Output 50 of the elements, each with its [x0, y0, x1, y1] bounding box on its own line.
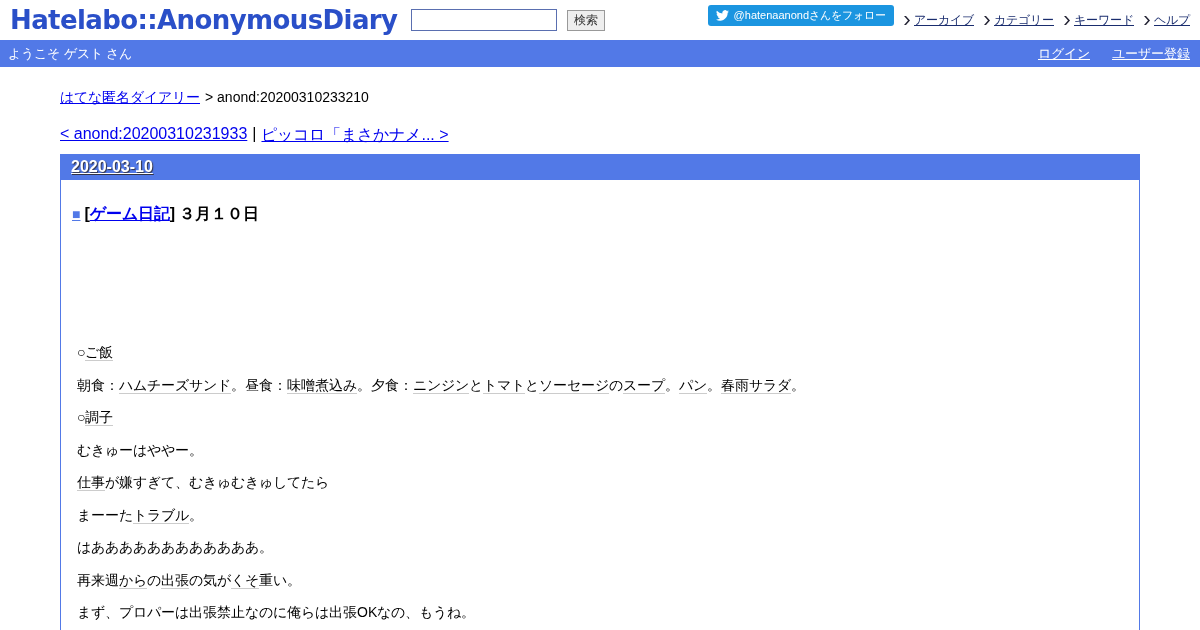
- paragraph: はああああああああああああ。: [77, 538, 274, 557]
- date-link[interactable]: 2020-03-10: [71, 158, 153, 176]
- chevron-icon: [1144, 15, 1150, 25]
- paragraph: ○調子: [77, 408, 115, 427]
- previous-link[interactable]: < anond:20200310231933: [60, 125, 248, 146]
- breadcrumb-current: > anond:20200310233210: [205, 89, 369, 107]
- nav-link[interactable]: キーワード: [1074, 11, 1134, 29]
- keyword-link[interactable]: 調子: [85, 409, 114, 426]
- paragraph: まず、プロパーは出張禁止なのに俺らは出張OKなの、もうね。: [77, 603, 477, 622]
- breadcrumb-link[interactable]: はてな匿名ダイアリー: [60, 89, 200, 107]
- site-logo[interactable]: Hatelabo::AnonymousDiary: [10, 5, 398, 35]
- paragraph: 再来週からの出張の気がくそ重い。: [77, 570, 302, 590]
- keyword-link[interactable]: 味噌煮込み: [287, 376, 357, 394]
- paragraph: まーーた トラブル。: [77, 505, 204, 525]
- next-link[interactable]: ピッコロ「まさかナメ... >: [261, 125, 449, 146]
- chevron-icon: [904, 15, 910, 25]
- paragraph: 朝食：ハムチーズサンド。昼食：味噌煮込み。夕食：ニンジン と トマト と ソーセージのスープ。パン。春雨サラダ。: [77, 375, 806, 395]
- keyword-link[interactable]: パン: [679, 376, 707, 394]
- separator-text: |: [252, 125, 257, 144]
- paragraph: 仕事が嫌すぎて、むきゅむきゅしてたら: [77, 473, 330, 492]
- keyword-link[interactable]: ご飯: [85, 344, 114, 361]
- nav-link[interactable]: ヘルプ: [1154, 11, 1190, 29]
- paragraph: ○ご飯: [77, 343, 115, 362]
- greeting-text: ようこそ ゲスト さん: [8, 44, 133, 63]
- keyword-link[interactable]: 春雨サラダ: [721, 376, 791, 394]
- nav-link[interactable]: アーカイブ: [914, 11, 974, 29]
- category-link[interactable]: ゲーム日記: [89, 205, 170, 222]
- chevron-icon: [984, 15, 990, 25]
- search-field[interactable]: [411, 9, 558, 31]
- keyword-link[interactable]: 出張: [161, 571, 189, 589]
- keyword-link[interactable]: 仕事: [77, 474, 105, 491]
- search-button[interactable]: 検索: [567, 9, 606, 31]
- keyword-link[interactable]: ニンジン: [413, 376, 469, 394]
- keyword-link[interactable]: から: [119, 571, 147, 589]
- entry-title: ３月１０日: [179, 204, 260, 224]
- nav-link[interactable]: カテゴリー: [994, 11, 1054, 29]
- keyword-link[interactable]: トマト: [483, 376, 525, 394]
- keyword-link[interactable]: ハムチーズサンド: [119, 376, 231, 394]
- paragraph: むきゅーはややー。: [77, 440, 204, 460]
- bracket-text: [: [84, 205, 90, 222]
- chevron-icon: [1064, 15, 1070, 25]
- keyword-link[interactable]: ソーセージ: [539, 376, 609, 394]
- bird-icon: [715, 9, 729, 21]
- account-link[interactable]: ログイン: [1038, 44, 1090, 63]
- bracket-text: ]: [169, 205, 176, 222]
- account-link[interactable]: ユーザー登録: [1112, 44, 1190, 63]
- keyword-link[interactable]: トラブル: [133, 506, 189, 524]
- entry-permalink[interactable]: ■: [72, 206, 81, 222]
- keyword-link[interactable]: くそ: [231, 571, 259, 589]
- keyword-link[interactable]: スープ: [623, 376, 665, 394]
